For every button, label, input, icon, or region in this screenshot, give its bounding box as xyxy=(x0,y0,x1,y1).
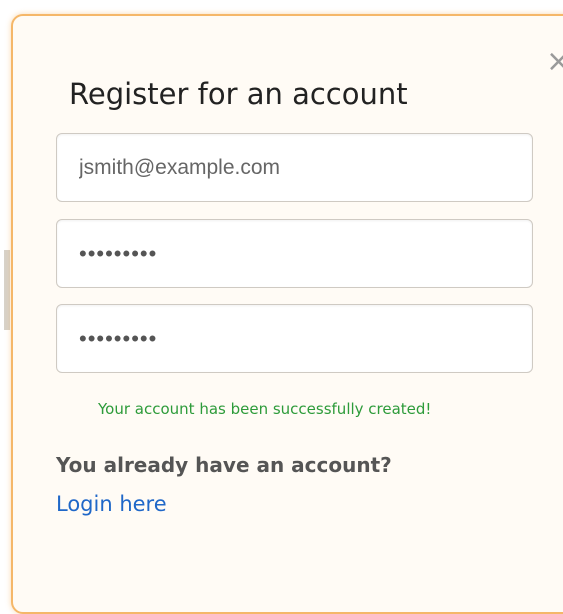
success-message: Your account has been successfully creat… xyxy=(98,400,432,418)
close-icon[interactable]: × xyxy=(546,47,563,77)
confirm-password-field[interactable] xyxy=(56,304,533,373)
already-have-account-text: You already have an account? xyxy=(56,453,392,477)
email-field[interactable] xyxy=(56,133,533,202)
modal-title: Register for an account xyxy=(69,77,408,111)
login-link[interactable]: Login here xyxy=(56,489,167,519)
backdrop xyxy=(4,250,10,330)
password-field[interactable] xyxy=(56,219,533,288)
